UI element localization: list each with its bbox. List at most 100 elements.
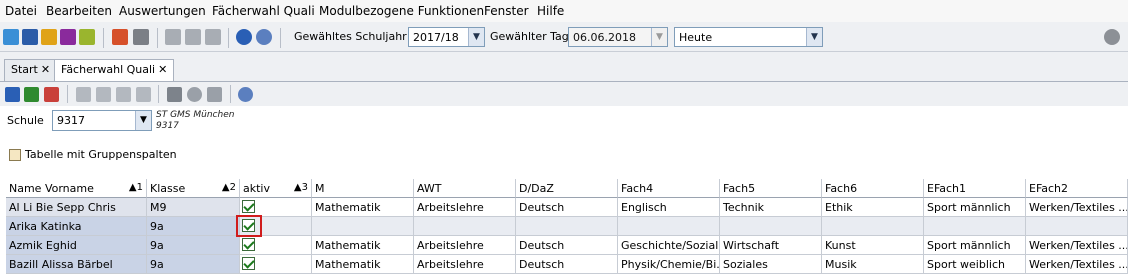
scissors-icon[interactable] (96, 87, 111, 102)
cell-klasse[interactable]: 9a (147, 217, 240, 236)
settings-icon[interactable] (207, 87, 222, 102)
lightning-icon[interactable] (205, 29, 221, 45)
books-icon[interactable] (112, 29, 128, 45)
header-efach1[interactable]: EFach1 (924, 179, 1026, 198)
header-fach6[interactable]: Fach6 (822, 179, 924, 198)
info-icon[interactable] (236, 29, 252, 45)
id-card-icon[interactable] (22, 29, 38, 45)
cell-d-daz[interactable]: Deutsch (516, 255, 618, 274)
cell-fach5[interactable]: Wirtschaft (720, 236, 822, 255)
header-m[interactable]: M (312, 179, 414, 198)
user-icon[interactable] (1104, 29, 1120, 45)
cell-fach6[interactable]: Musik (822, 255, 924, 274)
cell-klasse[interactable]: 9a (147, 255, 240, 274)
cell-efach1[interactable]: Sport männlich (924, 198, 1026, 217)
tag-select[interactable]: 06.06.2018 ▼ (568, 27, 668, 47)
paste-icon[interactable] (136, 87, 151, 102)
aktiv-checkbox[interactable] (242, 257, 255, 270)
calculator-icon[interactable] (133, 29, 149, 45)
tab-start[interactable]: Start ✕ (4, 59, 58, 81)
cell-efach2[interactable]: Werken/Textiles ... (1026, 255, 1128, 274)
cell-m[interactable]: Mathematik (312, 236, 414, 255)
cell-fach6[interactable] (822, 217, 924, 236)
cell-efach2[interactable] (1026, 217, 1128, 236)
menu-faecherwahl-quali[interactable]: Fächerwahl Quali (212, 4, 315, 18)
cell-efach1[interactable]: Sport weiblich (924, 255, 1026, 274)
board-icon[interactable] (79, 29, 95, 45)
cell-fach5[interactable]: Soziales (720, 255, 822, 274)
cell-awt[interactable]: Arbeitslehre (414, 198, 516, 217)
export-icon[interactable] (44, 87, 59, 102)
chevron-down-icon[interactable]: ▼ (135, 111, 151, 130)
header-d-daz[interactable]: D/DaZ (516, 179, 618, 198)
cell-fach4[interactable]: Englisch (618, 198, 720, 217)
help-icon[interactable] (256, 29, 272, 45)
tab-faecherwahl-quali[interactable]: Fächerwahl Quali ✕ (54, 59, 175, 82)
copy-icon[interactable] (165, 29, 181, 45)
menu-modulbezogene-funktionen[interactable]: Modulbezogene Funktionen (319, 4, 484, 18)
cell-d-daz[interactable]: Deutsch (516, 198, 618, 217)
cell-efach1[interactable] (924, 217, 1026, 236)
chevron-down-icon[interactable]: ▼ (468, 28, 484, 46)
cell-awt[interactable] (414, 217, 516, 236)
arrow-left-icon[interactable] (76, 87, 91, 102)
menu-hilfe[interactable]: Hilfe (537, 4, 564, 18)
cell-klasse[interactable]: 9a (147, 236, 240, 255)
cell-fach6[interactable]: Ethik (822, 198, 924, 217)
group-columns-option[interactable]: Tabelle mit Gruppenspalten (9, 148, 177, 161)
header-fach5[interactable]: Fach5 (720, 179, 822, 198)
header-efach2[interactable]: EFach2 (1026, 179, 1128, 198)
cell-m[interactable] (312, 217, 414, 236)
copy-icon[interactable] (116, 87, 131, 102)
cell-name[interactable]: Bazill Alissa Bärbel (6, 255, 147, 274)
header-awt[interactable]: AWT (414, 179, 516, 198)
menu-datei[interactable]: Datei (5, 4, 37, 18)
cell-name[interactable]: Arika Katinka (6, 217, 147, 236)
presentation-icon[interactable] (60, 29, 76, 45)
cell-m[interactable]: Mathematik (312, 198, 414, 217)
group-columns-checkbox[interactable] (9, 149, 21, 161)
people-group-icon[interactable] (3, 29, 19, 45)
cell-m[interactable]: Mathematik (312, 255, 414, 274)
cell-name[interactable]: Al Li Bie Sepp Chris (6, 198, 147, 217)
save-icon[interactable] (5, 87, 20, 102)
header-aktiv[interactable]: aktiv ▲3 (240, 179, 312, 198)
aktiv-checkbox[interactable] (242, 238, 255, 251)
heute-select[interactable]: Heute ▼ (674, 27, 823, 47)
cell-fach5[interactable] (720, 217, 822, 236)
cell-aktiv[interactable] (240, 255, 312, 274)
people-icon[interactable] (41, 29, 57, 45)
help-icon[interactable] (238, 87, 253, 102)
cell-d-daz[interactable] (516, 217, 618, 236)
cell-fach5[interactable]: Technik (720, 198, 822, 217)
cell-efach2[interactable]: Werken/Textiles ... (1026, 236, 1128, 255)
cell-fach4[interactable]: Geschichte/Sozial... (618, 236, 720, 255)
aktiv-checkbox[interactable] (242, 200, 255, 213)
menu-fenster[interactable]: Fenster (484, 4, 529, 18)
cell-efach1[interactable]: Sport männlich (924, 236, 1026, 255)
cell-klasse[interactable]: M9 (147, 198, 240, 217)
undo-icon[interactable] (24, 87, 39, 102)
header-fach4[interactable]: Fach4 (618, 179, 720, 198)
cell-name[interactable]: Azmik Eghid (6, 236, 147, 255)
menu-auswertungen[interactable]: Auswertungen (119, 4, 206, 18)
header-klasse[interactable]: Klasse ▲2 (147, 179, 240, 198)
table-row[interactable]: Arika Katinka 9a (6, 217, 1128, 236)
cell-aktiv[interactable] (240, 236, 312, 255)
menu-bearbeiten[interactable]: Bearbeiten (46, 4, 112, 18)
cell-fach4[interactable] (618, 217, 720, 236)
table-row[interactable]: Azmik Eghid 9a Mathematik Arbeitslehre D… (6, 236, 1128, 255)
close-icon[interactable]: ✕ (41, 63, 50, 76)
window-icon[interactable] (185, 29, 201, 45)
print-icon[interactable] (167, 87, 182, 102)
table-row[interactable]: Al Li Bie Sepp Chris M9 Mathematik Arbei… (6, 198, 1128, 217)
cell-fach6[interactable]: Kunst (822, 236, 924, 255)
schule-select[interactable]: 9317 ▼ (52, 110, 152, 131)
schuljahr-select[interactable]: 2017/18 ▼ (408, 27, 485, 47)
cell-fach4[interactable]: Physik/Chemie/Bi... (618, 255, 720, 274)
preview-icon[interactable] (187, 87, 202, 102)
close-icon[interactable]: ✕ (158, 63, 167, 76)
cell-awt[interactable]: Arbeitslehre (414, 236, 516, 255)
cell-d-daz[interactable]: Deutsch (516, 236, 618, 255)
cell-efach2[interactable]: Werken/Textiles ... (1026, 198, 1128, 217)
